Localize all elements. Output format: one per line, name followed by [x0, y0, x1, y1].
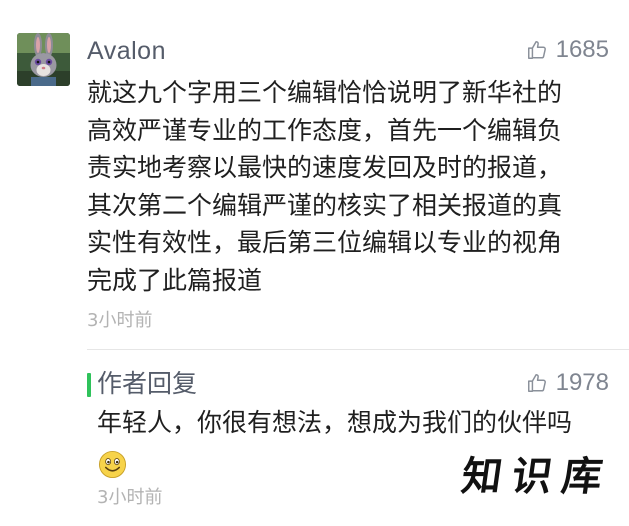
author-reply-accent-bar — [87, 373, 91, 397]
comment-line: 实性有效性，最后第三位编辑以专业的视角 — [87, 228, 563, 257]
author-reply-label: 作者回复 — [97, 369, 198, 398]
reply-like-button[interactable]: 1978 — [526, 369, 609, 397]
comment-line: 完成了此篇报道 — [87, 265, 263, 295]
comment-line: 其次第二个编辑严谨的核实了相关报道的真 — [87, 190, 563, 220]
reply-timestamp: 3小时前 — [97, 487, 163, 508]
reply-body: 年轻人，你很有想法，想成为我们的伙伴吗 — [97, 408, 573, 437]
reply-like-count: 1978 — [555, 369, 609, 396]
comment-line: 就这九个字用三个编辑恰恰说明了新华社的 — [87, 78, 563, 107]
comment-like-button[interactable]: 1685 — [526, 36, 609, 64]
comment-username[interactable]: Avalon — [87, 36, 166, 66]
user-avatar[interactable] — [17, 33, 70, 86]
watermark-logo: 知识库 — [458, 453, 616, 500]
comment-like-count: 1685 — [555, 36, 609, 63]
comment-screen: Avalon 1685 就这九个字用三个编辑恰恰说明了新华社的 高效严谨专业的工… — [0, 0, 629, 526]
thumbs-up-icon — [527, 374, 546, 392]
comment-timestamp: 3小时前 — [87, 310, 153, 331]
comment-body: 就这九个字用三个编辑恰恰说明了新华社的 高效严谨专业的工作态度，首先一个编辑负 … — [87, 74, 613, 299]
comment-line: 责实地考察以最快的速度发回及时的报道， — [87, 153, 563, 182]
comment-line: 高效严谨专业的工作态度，首先一个编辑负 — [87, 115, 563, 145]
thumbs-up-icon — [527, 41, 546, 59]
bunny-avatar-icon — [17, 33, 70, 86]
reply-divider — [87, 349, 629, 350]
smiley-emoji-icon — [98, 450, 127, 479]
